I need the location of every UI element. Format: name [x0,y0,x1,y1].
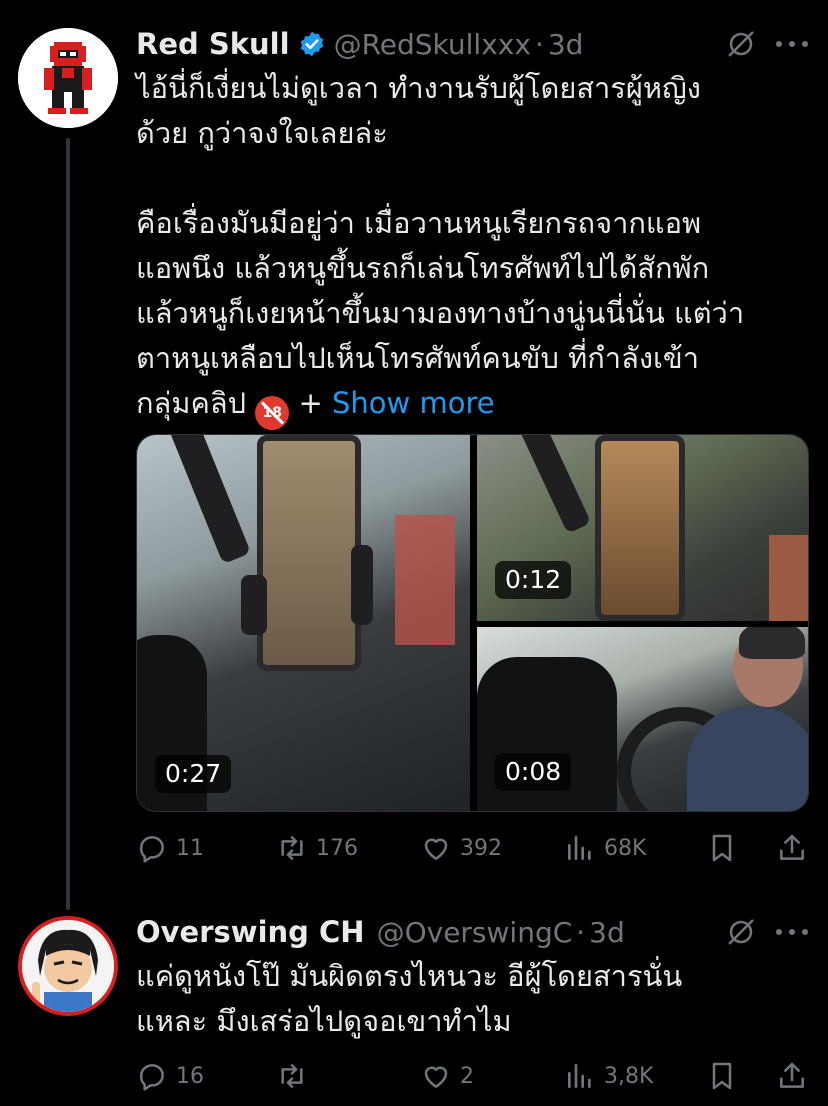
tweet-timestamp[interactable]: 3d [589,916,625,949]
retweet-button[interactable] [276,1056,316,1096]
retweet-count: 176 [316,835,358,861]
mount-clip-right [351,545,373,625]
tweet1-action-bar: 11 176 392 68K [136,828,808,868]
verified-badge-icon [300,31,323,57]
more-options-icon[interactable] [776,29,808,59]
author-name[interactable]: Overswing CH [136,915,365,949]
tweet-text-line: ไอ้นี่ก็เงี่ยนไม่ดูเวลา ทำงานรับผู้โดยสา… [136,71,701,105]
video-thumbnail-1[interactable]: 0:27 [137,435,470,811]
bookmark-icon [712,1062,732,1090]
tweet1-body: ไอ้นี่ก็เงี่ยนไม่ดูเวลา ทำงานรับผู้โดยสา… [136,66,806,430]
tweet1-header: Red Skull @RedSkullxxx · 3d [136,24,583,64]
retweet-icon [281,836,303,860]
tweet-text-last-line: กลุ่มคลิป 18 + Show more [136,381,806,430]
bookmark-button[interactable] [706,1056,738,1096]
reply-button[interactable]: 11 [136,828,204,868]
grok-icon[interactable] [726,917,756,947]
share-button[interactable] [776,828,808,868]
no-under-18-emoji-icon: 18 [255,396,290,430]
tweet-text-line: ด้วย กูว่าจงใจเลยล่ะ [136,116,388,150]
tweet2-body: แค่ดูหนังโป๊ มันผิดตรงไหนวะ อีผู้โดยสารน… [136,954,806,1044]
tweet2-header: Overswing CH @OverswingC · 3d [136,912,625,952]
cartoon-face-avatar-icon [22,920,114,1012]
show-more-link[interactable]: Show more [332,386,495,420]
tweet-text-line: ตาหนูเหลือบไปเห็นโทรศัพท์คนขับ ที่กำลังเ… [136,341,700,375]
retweet-icon [281,1064,303,1088]
pixel-ninja-avatar-icon [18,28,118,128]
more-options-icon[interactable] [776,917,808,947]
mount-clip-left [241,575,267,635]
video-duration: 0:08 [495,753,572,791]
like-count: 2 [460,1063,474,1089]
background-structure [395,515,455,645]
author-handle[interactable]: @RedSkullxxx [334,28,531,61]
share-icon [780,834,804,860]
phone-in-mount [257,435,361,671]
avatar-overswing-ch[interactable] [18,916,118,1016]
separator-dot: · [576,915,586,949]
tweet2-action-bar: 16 2 3,8K [136,1056,808,1096]
tweet-text-fragment: กลุ่มคลิป [136,386,247,420]
background-structure [769,535,808,621]
video-duration: 0:27 [155,755,232,793]
video-thumbnail-3[interactable]: 0:08 [477,627,808,811]
media-grid: 0:27 0:12 0:08 [136,434,809,812]
views-button[interactable]: 3,8K [564,1056,653,1096]
views-count: 3,8K [604,1063,654,1089]
share-icon [780,1062,804,1088]
tweet-text-line: แอพนึง แล้วหนูขึ้นรถก็เล่นโทรศัพท์ไปได้ส… [136,251,710,285]
tweet-text-line: แหละ มึงเสร่อไปดูจอเขาทำไม [136,1004,512,1038]
bookmark-icon [712,834,732,862]
heart-icon [424,1066,448,1088]
views-chart-icon [568,1064,591,1088]
driver-hair [739,627,805,659]
phone-mount-arm [167,435,252,565]
tweet-timestamp[interactable]: 3d [548,28,584,61]
tweet-text-line: คือเรื่องมันมีอยู่ว่า เมื่อวานหนูเรียกรถ… [136,206,702,240]
grok-icon[interactable] [726,29,756,59]
like-button[interactable]: 2 [420,1056,474,1096]
tweet-text-line: แล้วหนูก็เงยหน้าขึ้นมามองทางบ้างนู่นนี่น… [136,296,745,330]
tweet-text-line [136,156,806,201]
separator-dot: · [534,27,544,61]
reply-button[interactable]: 16 [136,1056,204,1096]
like-button[interactable]: 392 [420,828,502,868]
reply-count: 11 [176,835,204,861]
views-count: 68K [604,835,647,861]
thread-connector-line [66,138,70,910]
heart-icon [424,838,448,860]
driver-body [687,707,808,811]
author-handle[interactable]: @OverswingC [377,916,573,949]
views-chart-icon [568,836,591,860]
share-button[interactable] [776,1056,808,1096]
tweet-text-line: แค่ดูหนังโป๊ มันผิดตรงไหนวะ อีผู้โดยสารน… [136,959,683,993]
avatar-red-skull[interactable] [18,28,118,128]
plus-sign: + [289,386,323,420]
reply-icon [139,836,164,863]
video-thumbnail-2[interactable]: 0:12 [477,435,808,621]
reply-count: 16 [176,1063,204,1089]
reply-icon [139,1064,164,1091]
views-button[interactable]: 68K [564,828,646,868]
author-name[interactable]: Red Skull [136,27,290,61]
like-count: 392 [460,835,502,861]
bookmark-button[interactable] [706,828,738,868]
retweet-button[interactable]: 176 [276,828,358,868]
video-duration: 0:12 [495,561,572,599]
phone-in-mount [595,435,685,621]
phone-mount-arm [517,435,592,534]
